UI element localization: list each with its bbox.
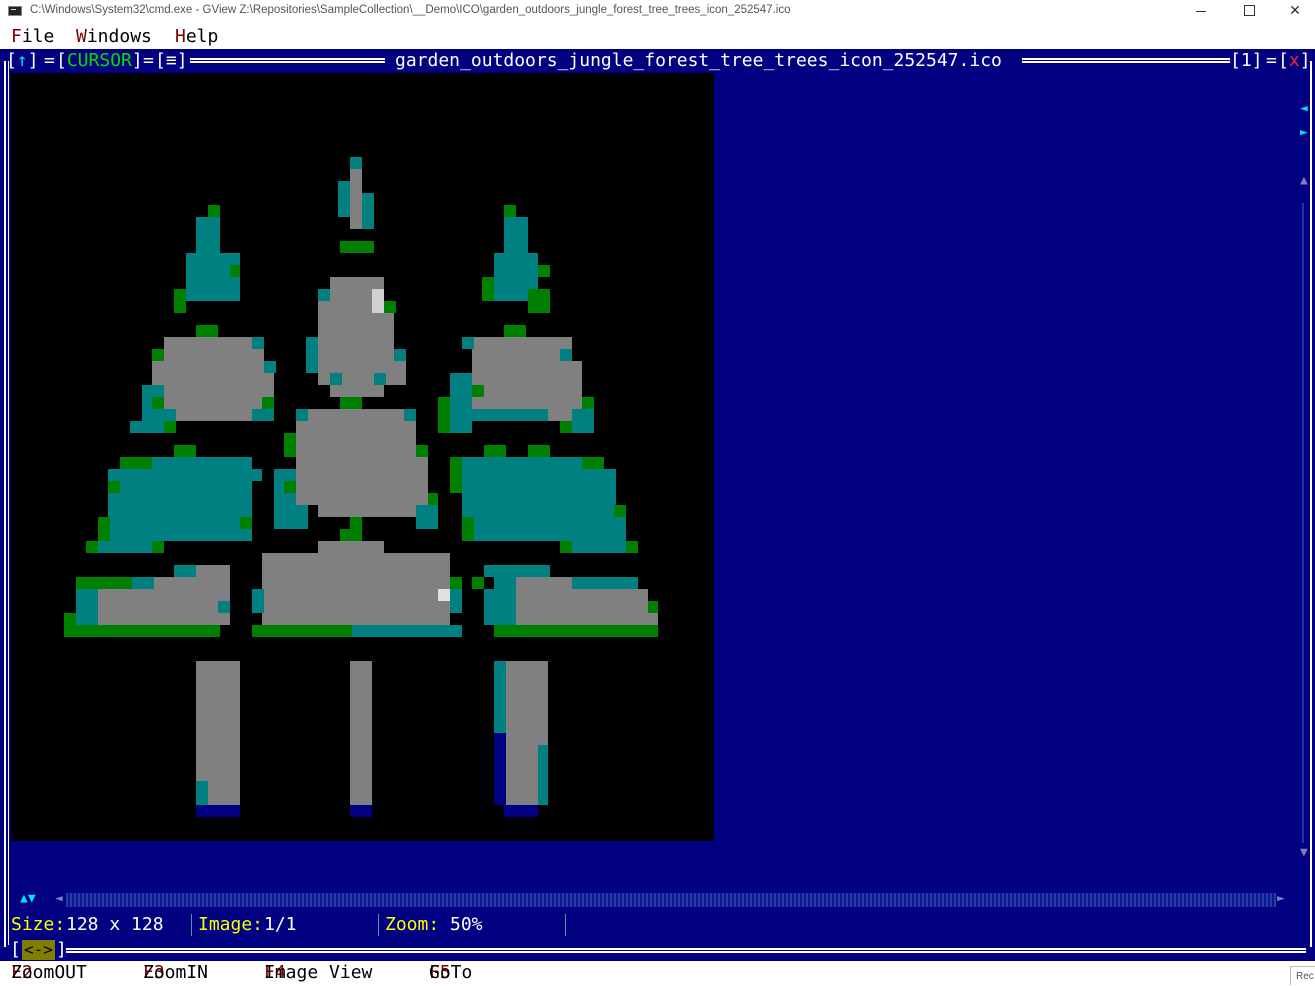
up-button[interactable]: [↑]: [6, 49, 39, 73]
viewer-close-button[interactable]: [x]: [1278, 49, 1311, 73]
bar-sep: =: [143, 50, 154, 71]
scroll-right-arrow-icon[interactable]: ►: [1300, 125, 1308, 140]
fkey-label: ZoomIN: [143, 962, 209, 983]
menu-windows-hotkey: W: [76, 26, 87, 47]
resize-bracket-left: [: [10, 939, 21, 960]
horizontal-scroll: ▲▼ ◄ ►: [11, 889, 1296, 911]
scroll-up-down-icon[interactable]: ▲▼: [20, 891, 36, 906]
fkey-label: ZoomOUT: [11, 962, 87, 983]
zoom-label: Zoom:: [385, 914, 440, 935]
frame-left-inner: [8, 61, 9, 945]
status-bar: Size: 128 x 128 Image: 1/1 Zoom: 50%: [0, 912, 1315, 938]
status-separator: [565, 914, 566, 936]
close-x-icon: x: [1288, 50, 1300, 71]
cmd-icon: [8, 6, 22, 16]
bottom-rule: [66, 948, 1306, 953]
bar-sep: =: [44, 50, 55, 71]
menu-button[interactable]: [≡]: [155, 49, 188, 73]
minimize-button[interactable]: [1178, 0, 1224, 22]
pixel-art-trees-icon: [64, 157, 658, 817]
function-key-bar: F2 ZoomOUT F3 ZoomIN F4 Image View F5 Go…: [0, 961, 1315, 985]
cursor-button[interactable]: [CURSOR]: [56, 49, 143, 73]
scroll-right-icon[interactable]: ►: [1277, 891, 1285, 906]
cursor-label: CURSOR: [66, 50, 132, 71]
hamburger-icon: ≡: [165, 50, 177, 71]
file-name-title: garden_outdoors_jungle_forest_tree_trees…: [395, 50, 1002, 71]
vertical-scroll-track[interactable]: [1302, 203, 1304, 843]
size-label: Size:: [11, 914, 66, 935]
status-separator: [378, 914, 379, 936]
size-value: 128 x 128: [66, 914, 164, 935]
scroll-left-icon[interactable]: ◄: [55, 891, 63, 906]
menu-windows-label: indows: [86, 26, 152, 47]
zoom-value: 50%: [450, 914, 483, 935]
status-separator: [191, 914, 192, 936]
menu-help-label: elp: [185, 26, 219, 47]
menu-windows[interactable]: Windows: [76, 25, 152, 49]
menu-file-hotkey: F: [11, 26, 22, 47]
close-icon: ✕: [1289, 2, 1301, 18]
title-rule-right: [1022, 58, 1230, 63]
menu-help[interactable]: Help: [175, 25, 218, 49]
maximize-button[interactable]: [1226, 0, 1272, 22]
maximize-icon: [1243, 5, 1255, 16]
window-number-value: 1: [1240, 50, 1252, 71]
corner-tab: Rec: [1290, 966, 1315, 985]
resize-handle[interactable]: <->: [22, 940, 55, 960]
viewer-title-bar: [↑] = [CURSOR] = [≡] garden_outdoors_jun…: [0, 49, 1315, 73]
window-titlebar: C:\Windows\System32\cmd.exe - GView Z:\R…: [0, 0, 1315, 24]
up-arrow-icon: ↑: [16, 50, 28, 71]
window-title: C:\Windows\System32\cmd.exe - GView Z:\R…: [30, 4, 791, 16]
window-number[interactable]: [1]: [1230, 49, 1263, 73]
fkey-label: GoTo: [429, 962, 473, 983]
bar-sep: =: [1266, 50, 1277, 71]
title-rule-left: [190, 58, 385, 63]
minimize-icon: [1196, 10, 1206, 12]
bottom-frame: [ <-> ]: [0, 939, 1315, 961]
scroll-up-arrow-icon[interactable]: ▲: [1300, 173, 1308, 188]
image-viewer-window: [↑] = [CURSOR] = [≡] garden_outdoors_jun…: [0, 49, 1315, 961]
menu-bar: File Windows Help: [0, 25, 1315, 49]
image-value: 1/1: [264, 914, 297, 935]
horizontal-scroll-track[interactable]: [66, 893, 1276, 907]
menu-file-label: ile: [21, 26, 55, 47]
image-canvas[interactable]: [11, 73, 714, 841]
close-button[interactable]: ✕: [1272, 0, 1315, 22]
scroll-left-arrow-icon[interactable]: ◄: [1300, 101, 1308, 116]
scroll-down-arrow-icon[interactable]: ▼: [1300, 845, 1308, 860]
menu-help-hotkey: H: [175, 26, 186, 47]
fkey-label: Image View: [264, 962, 373, 983]
vertical-scroll: ◄ ► ▲ ▼: [1296, 73, 1315, 893]
image-label: Image:: [198, 914, 264, 935]
menu-file[interactable]: File: [11, 25, 54, 49]
frame-left: [4, 61, 6, 947]
